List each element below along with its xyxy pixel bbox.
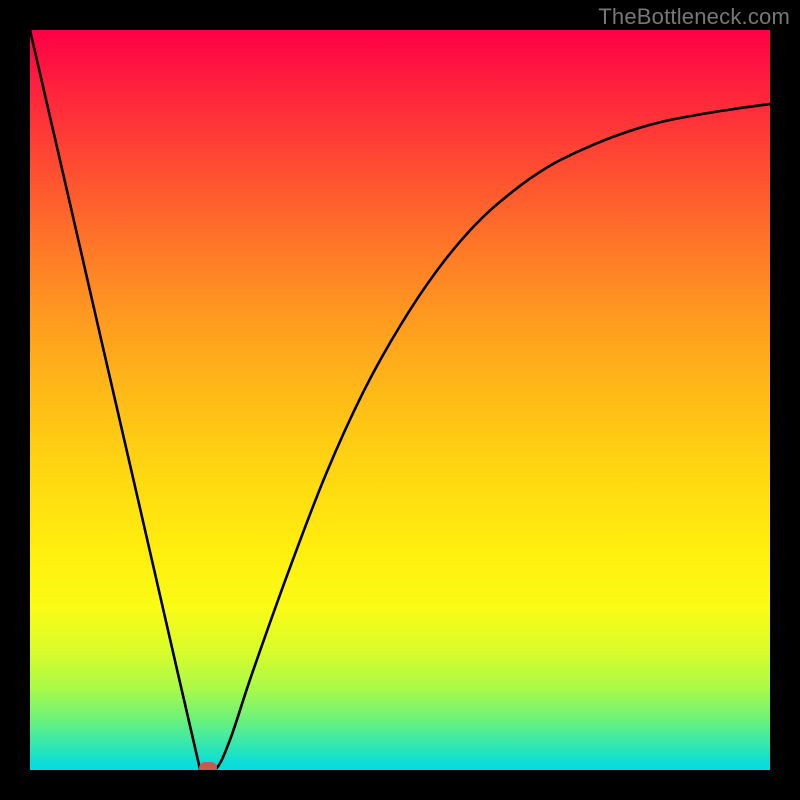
bottleneck-curve [30, 30, 770, 770]
watermark-text: TheBottleneck.com [598, 4, 790, 30]
chart-frame: TheBottleneck.com [0, 0, 800, 800]
optimal-point-marker [199, 762, 217, 770]
plot-area [30, 30, 770, 770]
curve-svg [30, 30, 770, 770]
